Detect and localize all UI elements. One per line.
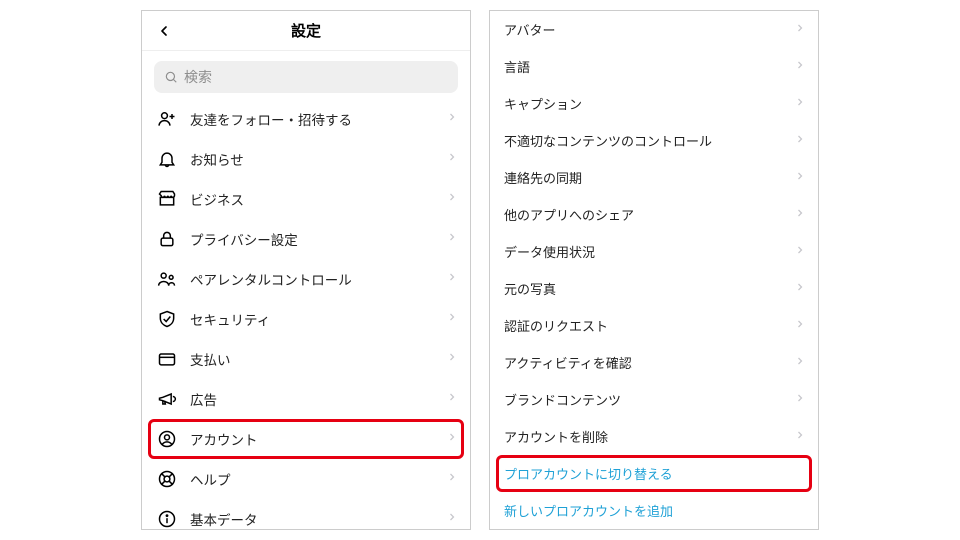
row-follow-invite[interactable]: 友達をフォロー・招待する	[142, 99, 470, 139]
chevron-right-icon	[794, 243, 806, 261]
row-label: 連絡先の同期	[504, 168, 794, 187]
row-language[interactable]: 言語	[490, 48, 818, 85]
row-label: ビジネス	[190, 189, 446, 209]
chevron-right-icon	[446, 430, 458, 448]
storefront-icon	[156, 188, 178, 210]
page-title: 設定	[291, 20, 321, 41]
row-about[interactable]: 基本データ	[142, 499, 470, 530]
row-sharing[interactable]: 他のアプリへのシェア	[490, 196, 818, 233]
row-switch-pro[interactable]: プロアカウントに切り替える	[490, 455, 818, 492]
row-label: 基本データ	[190, 509, 446, 529]
chevron-right-icon	[446, 390, 458, 408]
row-ads[interactable]: 広告	[142, 379, 470, 419]
row-business[interactable]: ビジネス	[142, 179, 470, 219]
chevron-right-icon	[446, 110, 458, 128]
account-list: アバター 言語 キャプション 不適切なコンテンツのコントロール 連絡先の同期 他…	[490, 11, 818, 529]
chevron-right-icon	[446, 310, 458, 328]
settings-screen: 設定 検索 友達をフォロー・招待する お知らせ ビジネス プライバシー設定	[141, 10, 471, 530]
chevron-right-icon	[794, 132, 806, 150]
info-icon	[156, 508, 178, 530]
back-button[interactable]	[152, 19, 176, 43]
row-original-photos[interactable]: 元の写真	[490, 270, 818, 307]
row-account[interactable]: アカウント	[142, 419, 470, 459]
chevron-right-icon	[794, 391, 806, 409]
chevron-right-icon	[794, 354, 806, 372]
row-label: 言語	[504, 57, 794, 76]
chevron-right-icon	[446, 350, 458, 368]
row-label: アカウント	[190, 429, 446, 449]
row-help[interactable]: ヘルプ	[142, 459, 470, 499]
user-plus-icon	[156, 108, 178, 130]
row-sensitive-content[interactable]: 不適切なコンテンツのコントロール	[490, 122, 818, 159]
row-label: アカウントを削除	[504, 427, 794, 446]
row-activity[interactable]: アクティビティを確認	[490, 344, 818, 381]
row-avatar[interactable]: アバター	[490, 11, 818, 48]
row-captions[interactable]: キャプション	[490, 85, 818, 122]
row-label: 認証のリクエスト	[504, 316, 794, 335]
row-label: ペアレンタルコントロール	[190, 269, 446, 289]
chevron-left-icon	[156, 23, 172, 39]
search-icon	[164, 70, 178, 84]
search-input[interactable]: 検索	[154, 61, 458, 93]
row-verification[interactable]: 認証のリクエスト	[490, 307, 818, 344]
account-screen: アバター 言語 キャプション 不適切なコンテンツのコントロール 連絡先の同期 他…	[489, 10, 819, 530]
lifebuoy-icon	[156, 468, 178, 490]
row-label: 支払い	[190, 349, 446, 369]
chevron-right-icon	[446, 510, 458, 528]
bell-icon	[156, 148, 178, 170]
row-label: 友達をフォロー・招待する	[190, 109, 446, 129]
chevron-right-icon	[794, 428, 806, 446]
chevron-right-icon	[794, 95, 806, 113]
chevron-right-icon	[794, 280, 806, 298]
row-label: ブランドコンテンツ	[504, 390, 794, 409]
row-label: セキュリティ	[190, 309, 446, 329]
people-icon	[156, 268, 178, 290]
row-security[interactable]: セキュリティ	[142, 299, 470, 339]
row-notifications[interactable]: お知らせ	[142, 139, 470, 179]
chevron-right-icon	[446, 230, 458, 248]
chevron-right-icon	[446, 270, 458, 288]
chevron-right-icon	[794, 21, 806, 39]
shield-icon	[156, 308, 178, 330]
row-label: プライバシー設定	[190, 229, 446, 249]
row-parental[interactable]: ペアレンタルコントロール	[142, 259, 470, 299]
row-label: お知らせ	[190, 149, 446, 169]
header: 設定	[142, 11, 470, 51]
row-contacts-sync[interactable]: 連絡先の同期	[490, 159, 818, 196]
chevron-right-icon	[446, 190, 458, 208]
row-label: データ使用状況	[504, 242, 794, 261]
row-label: 元の写真	[504, 279, 794, 298]
row-data-usage[interactable]: データ使用状況	[490, 233, 818, 270]
row-label: アクティビティを確認	[504, 353, 794, 372]
search-placeholder: 検索	[184, 67, 212, 87]
row-label: 広告	[190, 389, 446, 409]
row-label: 他のアプリへのシェア	[504, 205, 794, 224]
chevron-right-icon	[794, 169, 806, 187]
row-label: アバター	[504, 20, 794, 39]
row-label: プロアカウントに切り替える	[504, 464, 806, 483]
card-icon	[156, 348, 178, 370]
row-label: 新しいプロアカウントを追加	[504, 501, 806, 520]
row-delete-account[interactable]: アカウントを削除	[490, 418, 818, 455]
row-add-pro[interactable]: 新しいプロアカウントを追加	[490, 492, 818, 529]
row-label: 不適切なコンテンツのコントロール	[504, 131, 794, 150]
megaphone-icon	[156, 388, 178, 410]
chevron-right-icon	[794, 58, 806, 76]
settings-list: 友達をフォロー・招待する お知らせ ビジネス プライバシー設定 ペアレンタルコン…	[142, 99, 470, 530]
row-privacy[interactable]: プライバシー設定	[142, 219, 470, 259]
user-circle-icon	[156, 428, 178, 450]
chevron-right-icon	[794, 206, 806, 224]
chevron-right-icon	[794, 317, 806, 335]
row-payments[interactable]: 支払い	[142, 339, 470, 379]
lock-icon	[156, 228, 178, 250]
row-label: キャプション	[504, 94, 794, 113]
row-branded-content[interactable]: ブランドコンテンツ	[490, 381, 818, 418]
row-label: ヘルプ	[190, 469, 446, 489]
chevron-right-icon	[446, 150, 458, 168]
chevron-right-icon	[446, 470, 458, 488]
